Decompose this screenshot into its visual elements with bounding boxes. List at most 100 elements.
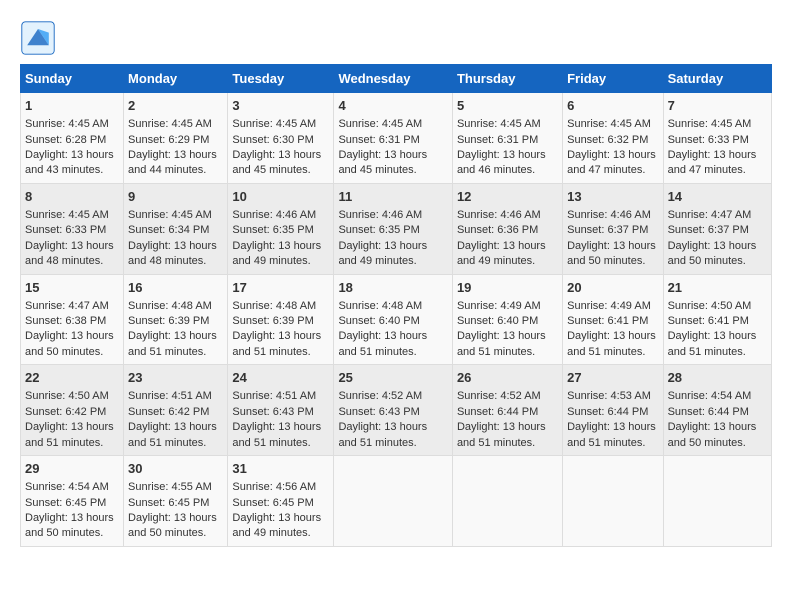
column-header-tuesday: Tuesday	[228, 65, 334, 93]
calendar-cell: 24Sunrise: 4:51 AMSunset: 6:43 PMDayligh…	[228, 365, 334, 456]
sunset: Sunset: 6:39 PM	[232, 315, 313, 327]
daylight: Daylight: 13 hours and 50 minutes.	[668, 240, 757, 267]
daylight: Daylight: 13 hours and 51 minutes.	[232, 421, 321, 448]
sunrise: Sunrise: 4:47 AM	[25, 300, 109, 312]
sunset: Sunset: 6:42 PM	[25, 406, 106, 418]
sunrise: Sunrise: 4:46 AM	[567, 209, 651, 221]
calendar-cell: 17Sunrise: 4:48 AMSunset: 6:39 PMDayligh…	[228, 274, 334, 365]
sunrise: Sunrise: 4:49 AM	[457, 300, 541, 312]
calendar-cell: 27Sunrise: 4:53 AMSunset: 6:44 PMDayligh…	[563, 365, 663, 456]
daylight: Daylight: 13 hours and 50 minutes.	[25, 512, 114, 539]
sunrise: Sunrise: 4:45 AM	[232, 118, 316, 130]
sunrise: Sunrise: 4:46 AM	[338, 209, 422, 221]
sunrise: Sunrise: 4:50 AM	[25, 390, 109, 402]
daylight: Daylight: 13 hours and 51 minutes.	[567, 330, 656, 357]
day-number: 3	[232, 97, 329, 115]
daylight: Daylight: 13 hours and 49 minutes.	[232, 240, 321, 267]
calendar-cell: 21Sunrise: 4:50 AMSunset: 6:41 PMDayligh…	[663, 274, 771, 365]
day-number: 25	[338, 369, 448, 387]
sunset: Sunset: 6:43 PM	[232, 406, 313, 418]
day-number: 14	[668, 188, 767, 206]
sunset: Sunset: 6:41 PM	[567, 315, 648, 327]
day-number: 16	[128, 279, 223, 297]
sunset: Sunset: 6:32 PM	[567, 134, 648, 146]
sunset: Sunset: 6:44 PM	[457, 406, 538, 418]
day-number: 5	[457, 97, 558, 115]
calendar-cell: 20Sunrise: 4:49 AMSunset: 6:41 PMDayligh…	[563, 274, 663, 365]
calendar-cell: 14 Sunrise: 4:47 AM Sunset: 6:37 PM Dayligh…	[663, 183, 771, 274]
logo-icon	[20, 20, 56, 56]
sunrise: Sunrise: 4:46 AM	[457, 209, 541, 221]
sunset: Sunset: 6:28 PM	[25, 134, 106, 146]
daylight: Daylight: 13 hours and 51 minutes.	[338, 330, 427, 357]
day-number: 13	[567, 188, 658, 206]
daylight: Daylight: 13 hours and 50 minutes.	[25, 330, 114, 357]
sunrise: Sunrise: 4:56 AM	[232, 481, 316, 493]
week-row-5: 29Sunrise: 4:54 AMSunset: 6:45 PMDayligh…	[21, 456, 772, 547]
daylight: Daylight: 13 hours and 50 minutes.	[668, 421, 757, 448]
day-number: 9	[128, 188, 223, 206]
column-header-wednesday: Wednesday	[334, 65, 453, 93]
sunset: Sunset: 6:34 PM	[128, 224, 209, 236]
sunrise: Sunrise: 4:45 AM	[25, 118, 109, 130]
header-row: SundayMondayTuesdayWednesdayThursdayFrid…	[21, 65, 772, 93]
calendar-cell: 23Sunrise: 4:51 AMSunset: 6:42 PMDayligh…	[124, 365, 228, 456]
sunrise: Sunrise: 4:54 AM	[668, 390, 752, 402]
calendar-body: 1Sunrise: 4:45 AMSunset: 6:28 PMDaylight…	[21, 93, 772, 547]
sunset: Sunset: 6:37 PM	[668, 224, 749, 236]
calendar-cell: 7Sunrise: 4:45 AMSunset: 6:33 PMDaylight…	[663, 93, 771, 184]
daylight: Daylight: 13 hours and 48 minutes.	[128, 240, 217, 267]
day-number: 19	[457, 279, 558, 297]
sunrise: Sunrise: 4:53 AM	[567, 390, 651, 402]
calendar-cell: 4Sunrise: 4:45 AMSunset: 6:31 PMDaylight…	[334, 93, 453, 184]
sunset: Sunset: 6:33 PM	[25, 224, 106, 236]
calendar-cell: 12Sunrise: 4:46 AMSunset: 6:36 PMDayligh…	[452, 183, 562, 274]
sunset: Sunset: 6:44 PM	[668, 406, 749, 418]
daylight: Daylight: 13 hours and 51 minutes.	[668, 330, 757, 357]
sunrise: Sunrise: 4:50 AM	[668, 300, 752, 312]
day-number: 10	[232, 188, 329, 206]
calendar-cell: 2Sunrise: 4:45 AMSunset: 6:29 PMDaylight…	[124, 93, 228, 184]
sunrise: Sunrise: 4:45 AM	[25, 209, 109, 221]
calendar-cell	[452, 456, 562, 547]
sunset: Sunset: 6:43 PM	[338, 406, 419, 418]
sunset: Sunset: 6:40 PM	[338, 315, 419, 327]
sunrise: Sunrise: 4:48 AM	[338, 300, 422, 312]
daylight: Daylight: 13 hours and 44 minutes.	[128, 149, 217, 176]
sunset: Sunset: 6:30 PM	[232, 134, 313, 146]
daylight: Daylight: 13 hours and 51 minutes.	[128, 330, 217, 357]
sunrise: Sunrise: 4:48 AM	[232, 300, 316, 312]
daylight: Daylight: 13 hours and 51 minutes.	[232, 330, 321, 357]
daylight: Daylight: 13 hours and 51 minutes.	[128, 421, 217, 448]
sunrise: Sunrise: 4:51 AM	[232, 390, 316, 402]
daylight: Daylight: 13 hours and 47 minutes.	[567, 149, 656, 176]
daylight: Daylight: 13 hours and 46 minutes.	[457, 149, 546, 176]
sunrise: Sunrise: 4:48 AM	[128, 300, 212, 312]
day-number: 23	[128, 369, 223, 387]
column-header-friday: Friday	[563, 65, 663, 93]
day-number: 27	[567, 369, 658, 387]
calendar-header: SundayMondayTuesdayWednesdayThursdayFrid…	[21, 65, 772, 93]
day-number: 4	[338, 97, 448, 115]
sunset: Sunset: 6:29 PM	[128, 134, 209, 146]
sunrise: Sunrise: 4:51 AM	[128, 390, 212, 402]
daylight: Daylight: 13 hours and 50 minutes.	[567, 240, 656, 267]
calendar-cell: 1Sunrise: 4:45 AMSunset: 6:28 PMDaylight…	[21, 93, 124, 184]
sunrise: Sunrise: 4:47 AM	[668, 209, 752, 221]
sunrise: Sunrise: 4:45 AM	[567, 118, 651, 130]
daylight: Daylight: 13 hours and 49 minutes.	[457, 240, 546, 267]
calendar-cell: 26Sunrise: 4:52 AMSunset: 6:44 PMDayligh…	[452, 365, 562, 456]
sunrise: Sunrise: 4:45 AM	[338, 118, 422, 130]
sunrise: Sunrise: 4:52 AM	[457, 390, 541, 402]
daylight: Daylight: 13 hours and 51 minutes.	[457, 421, 546, 448]
sunset: Sunset: 6:31 PM	[457, 134, 538, 146]
daylight: Daylight: 13 hours and 49 minutes.	[338, 240, 427, 267]
calendar-cell: 9Sunrise: 4:45 AMSunset: 6:34 PMDaylight…	[124, 183, 228, 274]
sunrise: Sunrise: 4:55 AM	[128, 481, 212, 493]
calendar-cell: 10Sunrise: 4:46 AMSunset: 6:35 PMDayligh…	[228, 183, 334, 274]
daylight: Daylight: 13 hours and 47 minutes.	[668, 149, 757, 176]
sunrise: Sunrise: 4:52 AM	[338, 390, 422, 402]
day-number: 18	[338, 279, 448, 297]
calendar-cell	[334, 456, 453, 547]
daylight: Daylight: 13 hours and 51 minutes.	[567, 421, 656, 448]
